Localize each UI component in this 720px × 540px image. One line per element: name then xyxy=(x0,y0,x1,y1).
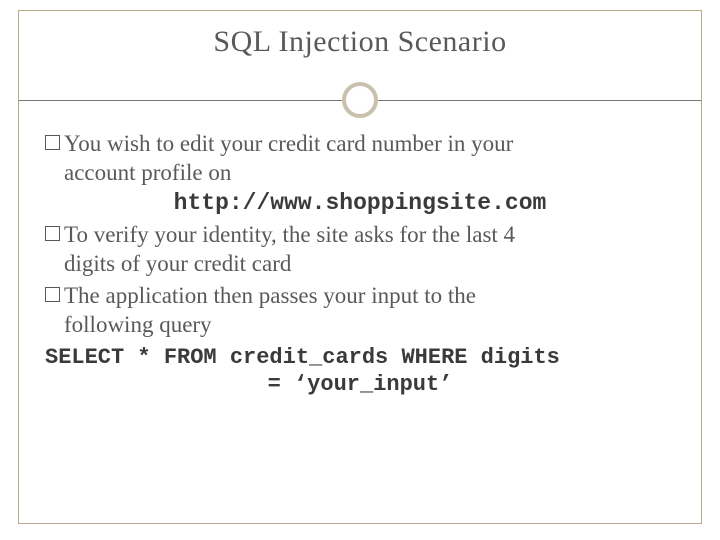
sql-line: SELECT * FROM credit_cards WHERE digits xyxy=(45,344,675,372)
bullet-item: You wish to edit your credit card number… xyxy=(45,129,675,188)
slide-body: You wish to edit your credit card number… xyxy=(19,123,701,399)
text-line: account profile on xyxy=(64,160,231,185)
title-divider xyxy=(19,77,701,123)
text-line: You wish to edit your credit card number… xyxy=(64,131,513,156)
text-line: digits of your credit card xyxy=(64,251,291,276)
sql-line: = ‘your_input’ xyxy=(45,371,675,399)
slide-title: SQL Injection Scenario xyxy=(19,25,701,59)
code-url: http://www.shoppingsite.com xyxy=(45,190,675,216)
bullet-text: You wish to edit your credit card number… xyxy=(64,129,675,188)
text-line: To verify your identity, the site asks f… xyxy=(64,222,515,247)
bullet-text: The application then passes your input t… xyxy=(64,281,675,340)
square-bullet-icon xyxy=(45,287,60,302)
bullet-item: The application then passes your input t… xyxy=(45,281,675,340)
square-bullet-icon xyxy=(45,226,60,241)
slide-frame: SQL Injection Scenario You wish to edit … xyxy=(18,10,702,524)
bullet-text: To verify your identity, the site asks f… xyxy=(64,220,675,279)
code-sql: SELECT * FROM credit_cards WHERE digits … xyxy=(45,344,675,399)
text-line: following query xyxy=(64,312,212,337)
bullet-item: To verify your identity, the site asks f… xyxy=(45,220,675,279)
divider-ring-icon xyxy=(342,82,378,118)
square-bullet-icon xyxy=(45,135,60,150)
text-line: The application then passes your input t… xyxy=(64,283,476,308)
